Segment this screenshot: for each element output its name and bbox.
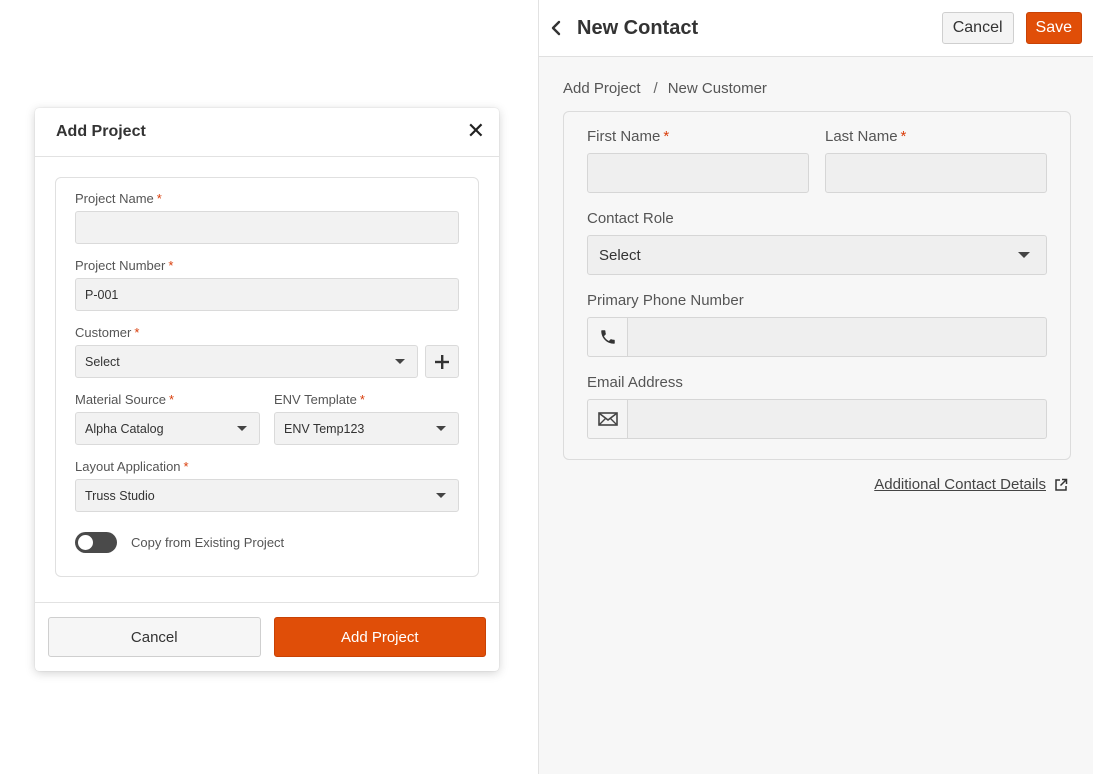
project-name-group: Project Name * <box>75 191 459 244</box>
breadcrumb-separator: / <box>653 79 658 97</box>
required-mark: * <box>156 191 162 206</box>
close-icon[interactable]: ✕ <box>467 121 485 143</box>
add-project-button[interactable]: Add Project <box>273 617 486 657</box>
chevron-down-icon <box>1018 252 1030 258</box>
material-source-select[interactable]: Alpha Catalog <box>75 412 260 445</box>
email-input[interactable] <box>627 399 1047 439</box>
first-name-input[interactable] <box>587 153 809 193</box>
project-name-label: Project Name * <box>75 191 162 206</box>
project-number-input[interactable] <box>75 278 459 311</box>
cancel-button[interactable]: Cancel <box>48 617 261 657</box>
modal-header: Add Project ✕ <box>35 108 499 157</box>
additional-details-link[interactable]: Additional Contact Details <box>874 476 1068 493</box>
breadcrumb-item-add-project[interactable]: Add Project <box>563 80 641 97</box>
customer-select[interactable]: Select <box>75 345 418 378</box>
copy-toggle-row: Copy from Existing Project <box>75 532 459 553</box>
phone-icon <box>587 317 627 357</box>
last-name-input[interactable] <box>825 153 1047 193</box>
external-link-icon[interactable] <box>1054 478 1068 492</box>
add-project-modal: Add Project ✕ Project Name * Project Numb… <box>35 108 499 671</box>
back-chevron-icon[interactable] <box>551 20 565 36</box>
material-source-group: Material Source * Alpha Catalog <box>75 392 260 445</box>
first-name-label: First Name * <box>587 128 670 145</box>
first-name-group: First Name * <box>587 128 809 193</box>
customer-group: Customer * Select <box>75 325 459 378</box>
add-customer-button[interactable] <box>425 345 459 378</box>
toggle-knob <box>78 535 93 550</box>
chevron-down-icon <box>237 426 247 431</box>
modal-title: Add Project <box>56 123 146 140</box>
additional-details-label[interactable]: Additional Contact Details <box>874 476 1046 493</box>
name-row: First Name * Last Name * <box>587 128 1047 193</box>
last-name-label: Last Name * <box>825 128 907 145</box>
project-name-input[interactable] <box>75 211 459 244</box>
primary-phone-input[interactable] <box>627 317 1047 357</box>
required-mark: * <box>134 325 140 340</box>
required-mark: * <box>168 258 174 273</box>
header-cancel-button[interactable]: Cancel <box>941 12 1014 44</box>
copy-existing-label: Copy from Existing Project <box>131 535 285 550</box>
email-label: Email Address <box>587 374 683 391</box>
panel-title: New Contact <box>577 16 699 39</box>
required-mark: * <box>169 392 175 407</box>
chevron-down-icon <box>395 359 405 364</box>
contact-role-label: Contact Role <box>587 210 674 227</box>
layout-application-select[interactable]: Truss Studio <box>75 479 459 512</box>
chevron-down-icon <box>436 426 446 431</box>
material-source-value: Alpha Catalog <box>85 421 164 436</box>
required-mark: * <box>663 128 670 145</box>
env-template-select[interactable]: ENV Temp123 <box>274 412 459 445</box>
customer-select-value: Select <box>85 354 120 369</box>
breadcrumb-item-new-customer: New Customer <box>667 79 767 97</box>
layout-application-group: Layout Application * Truss Studio <box>75 459 459 512</box>
chevron-down-icon <box>436 493 446 498</box>
email-group: Email Address <box>587 374 1047 439</box>
env-template-group: ENV Template * ENV Temp123 <box>274 392 459 445</box>
project-number-group: Project Number * <box>75 258 459 311</box>
primary-phone-label: Primary Phone Number <box>587 292 744 309</box>
project-number-label: Project Number * <box>75 258 174 273</box>
required-mark: * <box>359 392 365 407</box>
primary-phone-group: Primary Phone Number <box>587 292 1047 357</box>
material-source-label: Material Source * <box>75 392 175 407</box>
layout-application-label: Layout Application * <box>75 459 189 474</box>
customer-label: Customer * <box>75 325 140 340</box>
contact-form: First Name * Last Name * Contact Role Sele… <box>563 111 1071 460</box>
save-button[interactable]: Save <box>1025 12 1082 44</box>
layout-application-value: Truss Studio <box>85 488 155 503</box>
copy-existing-toggle[interactable] <box>75 532 117 553</box>
breadcrumb: Add Project / New Customer <box>539 57 1093 100</box>
new-contact-panel: New Contact Cancel Save Add Project / Ne… <box>538 0 1093 774</box>
plus-icon <box>435 354 449 369</box>
modal-footer: Cancel Add Project <box>35 602 499 671</box>
required-mark: * <box>900 128 907 145</box>
contact-role-group: Contact Role Select <box>587 210 1047 275</box>
project-form: Project Name* Project Number* Customer* … <box>55 177 479 577</box>
source-template-row: Material Source * Alpha Catalog ENV Templ… <box>75 392 459 445</box>
contact-role-value: Select <box>599 246 641 264</box>
last-name-group: Last Name * <box>825 128 1047 193</box>
env-template-label: ENV Template * <box>274 392 365 407</box>
modal-body: Project Name* Project Number* Customer* … <box>35 157 499 577</box>
panel-header: New Contact Cancel Save <box>539 0 1093 57</box>
env-template-value: ENV Temp123 <box>284 421 365 436</box>
envelope-icon <box>587 399 627 439</box>
contact-role-select[interactable]: Select <box>587 235 1047 275</box>
required-mark: * <box>183 459 189 474</box>
